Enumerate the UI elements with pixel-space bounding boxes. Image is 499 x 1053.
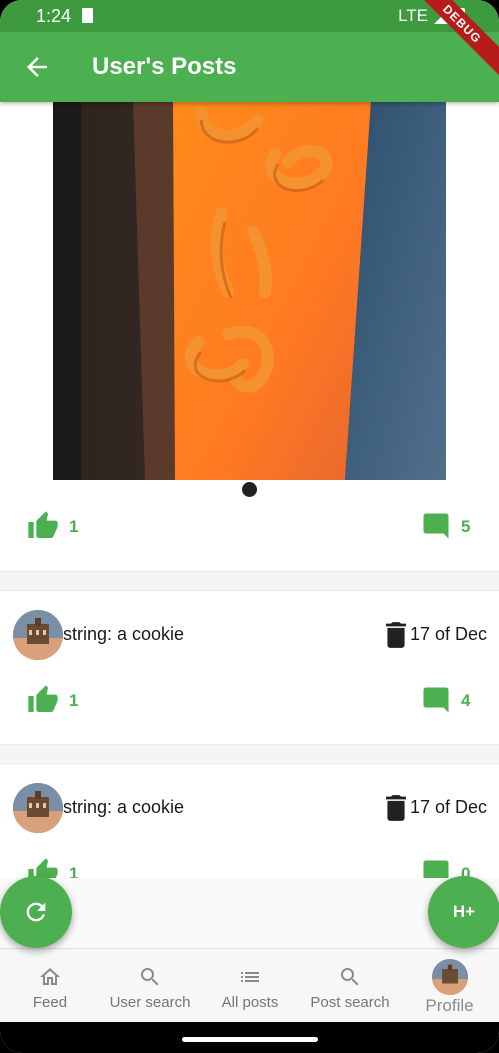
comment-icon[interactable]	[421, 684, 451, 716]
nav-label-feed: Feed	[32, 994, 68, 1011]
search-icon	[341, 968, 359, 986]
nav-item-post-search[interactable]: Post search	[300, 949, 400, 1023]
comment-count: 4	[461, 691, 471, 710]
carousel-indicator-dot[interactable]	[242, 482, 257, 497]
app-bar: User's Posts	[0, 32, 499, 102]
nav-label-all-posts: All posts	[221, 994, 279, 1011]
posts-list[interactable]: 1 5 string: a cookie 17 of Dec 1 4 strin…	[0, 102, 499, 878]
post-header: string: a cookie 17 of Dec	[0, 783, 499, 833]
avatar	[431, 959, 468, 995]
comment-count: 5	[461, 517, 471, 536]
post-image[interactable]	[53, 102, 446, 480]
post-actions: 1 0	[0, 857, 499, 878]
post-author-text: string: a cookie	[63, 797, 185, 817]
post-photo	[53, 102, 446, 480]
thumb-up-icon[interactable]	[27, 510, 59, 542]
post-card: 1 5	[0, 102, 499, 570]
post-author-text: string: a cookie	[63, 624, 185, 644]
thumb-up-icon[interactable]	[27, 684, 59, 716]
post-actions: 1 4	[0, 684, 499, 724]
post-actions: 1 5	[0, 510, 499, 550]
list-icon	[241, 972, 259, 982]
app-screen: 1:24 LTE DEBUG User's Posts 1 5 string: …	[0, 0, 499, 1053]
nav-item-user-search[interactable]: User search	[100, 949, 200, 1023]
comment-icon[interactable]	[421, 857, 451, 878]
sd-card-icon	[82, 8, 93, 23]
home-gesture-pill[interactable]	[182, 1037, 318, 1042]
h-plus-button[interactable]: H+	[428, 876, 499, 948]
comment-icon[interactable]	[421, 510, 451, 542]
post-card: string: a cookie 17 of Dec 1 4	[0, 592, 499, 744]
post-card: string: a cookie 17 of Dec 1 0	[0, 765, 499, 878]
h-plus-label: H+	[452, 902, 476, 921]
delete-icon[interactable]	[386, 795, 406, 821]
nav-label-user-search: User search	[109, 994, 191, 1011]
post-header: string: a cookie 17 of Dec	[0, 610, 499, 660]
refresh-icon	[26, 902, 46, 922]
avatar[interactable]	[13, 783, 63, 833]
status-time: 1:24	[36, 6, 72, 26]
like-count: 1	[69, 691, 79, 710]
avatar[interactable]	[13, 610, 63, 660]
network-type: LTE	[398, 6, 428, 25]
back-arrow-icon[interactable]	[22, 52, 52, 82]
gesture-bar	[0, 1022, 499, 1053]
post-date: 17 of Dec	[410, 797, 488, 817]
nav-item-feed[interactable]: Feed	[0, 949, 100, 1023]
thumb-up-icon[interactable]	[27, 857, 59, 878]
like-count: 1	[69, 864, 79, 878]
refresh-button[interactable]	[0, 876, 72, 948]
nav-label-post-search: Post search	[310, 994, 390, 1011]
post-date: 17 of Dec	[410, 624, 488, 644]
post-divider	[0, 571, 499, 591]
status-bar: 1:24 LTE	[0, 0, 499, 32]
page-title: User's Posts	[92, 53, 237, 80]
delete-icon[interactable]	[386, 622, 406, 648]
nav-item-profile[interactable]: Profile	[400, 949, 499, 1023]
post-divider	[0, 744, 499, 764]
nav-item-all-posts[interactable]: All posts	[200, 949, 300, 1023]
like-count: 1	[69, 517, 79, 536]
search-icon	[141, 968, 159, 986]
nav-label-profile: Profile	[425, 996, 474, 1015]
home-icon	[40, 968, 60, 985]
bottom-navigation: Feed User search All posts Post search P…	[0, 948, 499, 1022]
